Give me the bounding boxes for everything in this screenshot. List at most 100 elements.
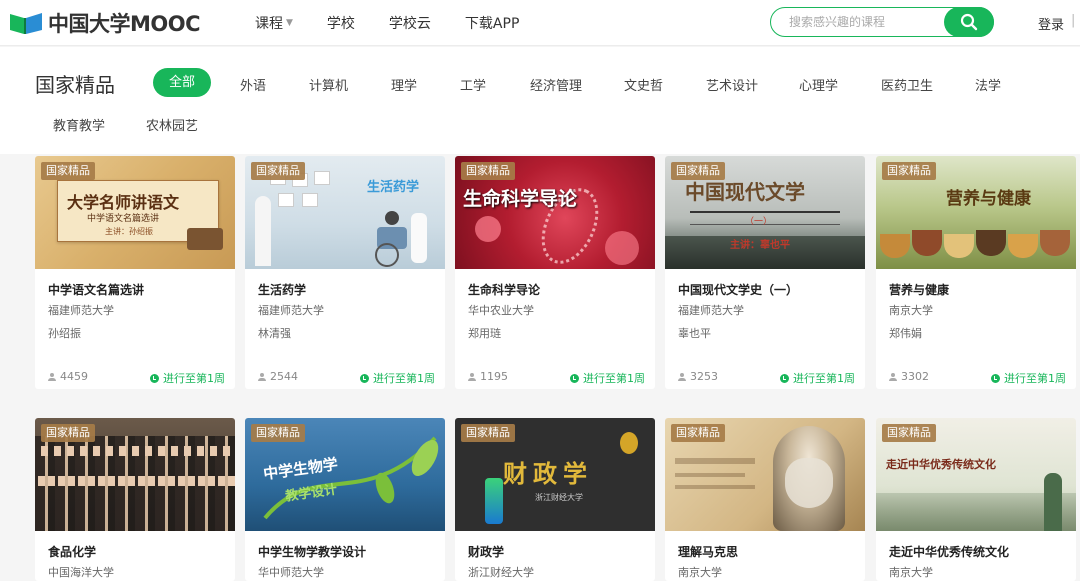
course-card[interactable]: 营养与健康 国家精品 营养与健康 南京大学 郑伟娟 3302 进行至第1周 (876, 156, 1076, 389)
course-school: 华中师范大学 (258, 566, 324, 579)
course-card[interactable]: 走近中华优秀传统文化 国家精品 走近中华优秀传统文化 南京大学 (876, 418, 1076, 581)
login-link[interactable]: 登录 (1038, 14, 1064, 33)
nav-schools[interactable]: 学校 (327, 13, 355, 33)
category-all[interactable]: 全部 (153, 68, 212, 97)
nav-download-app[interactable]: 下载APP (465, 13, 519, 33)
site-logo[interactable]: 中国大学MOOC (8, 9, 201, 37)
course-title: 中学语文名篇选讲 (48, 283, 145, 297)
login-separator: | (1071, 13, 1076, 28)
check-circle-icon (360, 373, 369, 383)
course-title: 中国现代文学史（一） (678, 283, 799, 297)
national-quality-badge: 国家精品 (41, 162, 95, 180)
course-title: 营养与健康 (889, 283, 950, 297)
doctor-figure (255, 196, 271, 266)
search-icon (960, 13, 978, 31)
page-title: 国家精品 (35, 73, 115, 97)
course-title: 理解马克思 (678, 545, 739, 559)
category-education[interactable]: 教育教学 (53, 115, 105, 134)
progress-label: 进行至第1周 (163, 372, 225, 385)
category-literature-history-philosophy[interactable]: 文史哲 (624, 75, 663, 94)
nav-courses[interactable]: 课程 ▼ (255, 13, 293, 33)
national-quality-badge: 国家精品 (41, 424, 95, 442)
search-input[interactable] (789, 13, 939, 31)
thumbnail-subtitle: 中学语文名篇选讲 (87, 214, 160, 224)
thumbnail-title: 生活药学 (367, 180, 420, 195)
category-law[interactable]: 法学 (975, 75, 1001, 94)
check-circle-icon (570, 373, 579, 383)
course-teacher: 辜也平 (678, 327, 711, 340)
portrait-beard (785, 458, 833, 508)
progress-label: 进行至第1周 (373, 372, 435, 385)
national-quality-badge: 国家精品 (251, 162, 305, 180)
grain-bowls (876, 226, 1076, 269)
thumbnail-subtitle: 浙江财经大学 (535, 493, 583, 502)
category-medicine[interactable]: 医药卫生 (881, 75, 933, 94)
national-quality-badge: 国家精品 (671, 162, 725, 180)
book-decoration (187, 228, 223, 250)
coin-decoration (620, 432, 638, 454)
course-title: 生命科学导论 (468, 283, 541, 297)
course-school: 福建师范大学 (678, 304, 744, 317)
course-card[interactable]: 生命科学导论 国家精品 生命科学导论 华中农业大学 郑用琏 1195 进行至第1… (455, 156, 655, 389)
course-school: 中国海洋大学 (48, 566, 114, 579)
course-school: 浙江财经大学 (468, 566, 534, 579)
course-card[interactable]: 财政学 浙江财经大学 国家精品 财政学 浙江财经大学 (455, 418, 655, 581)
check-circle-icon (150, 373, 159, 383)
course-card[interactable]: 国家精品 食品化学 中国海洋大学 (35, 418, 235, 581)
course-title: 财政学 (468, 545, 505, 559)
national-quality-badge: 国家精品 (461, 162, 515, 180)
course-teacher: 孙绍振 (48, 327, 81, 340)
course-card[interactable]: 国家精品 理解马克思 南京大学 (665, 418, 865, 581)
search-button[interactable] (944, 7, 994, 37)
category-foreign-language[interactable]: 外语 (240, 75, 266, 94)
enrollment-count: 3302 (889, 370, 929, 383)
category-science[interactable]: 理学 (391, 75, 417, 94)
national-quality-badge: 国家精品 (882, 162, 936, 180)
check-circle-icon (780, 373, 789, 383)
course-progress: 进行至第1周 (991, 370, 1066, 386)
course-progress: 进行至第1周 (570, 370, 645, 386)
course-school: 南京大学 (889, 566, 933, 579)
course-card[interactable]: 生活药学 国家精品 生活药学 福建师范大学 林清强 2544 进行至第1周 (245, 156, 445, 389)
progress-label: 进行至第1周 (1004, 372, 1066, 385)
category-computer[interactable]: 计算机 (309, 75, 348, 94)
national-quality-badge: 国家精品 (671, 424, 725, 442)
faces-row (35, 446, 235, 456)
course-school: 南京大学 (678, 566, 722, 579)
national-quality-badge: 国家精品 (882, 424, 936, 442)
course-progress: 进行至第1周 (360, 370, 435, 386)
national-quality-badge: 国家精品 (461, 424, 515, 442)
course-teacher: 郑伟娟 (889, 327, 922, 340)
course-progress: 进行至第1周 (780, 370, 855, 386)
thumbnail-title: 生命科学导论 (463, 188, 578, 210)
person-icon (468, 372, 476, 381)
enrollment-value: 3302 (901, 370, 929, 383)
national-quality-badge: 国家精品 (251, 424, 305, 442)
person-icon (678, 372, 686, 381)
enrollment-count: 3253 (678, 370, 718, 383)
thumbnail-title: 财政学 (503, 459, 593, 488)
progress-label: 进行至第1周 (793, 372, 855, 385)
course-card[interactable]: 中国现代文学 （一） 主讲：辜也平 国家精品 中国现代文学史（一） 福建师范大学… (665, 156, 865, 389)
person-icon (889, 372, 897, 381)
category-engineering[interactable]: 工学 (460, 75, 486, 94)
faces-row (35, 476, 235, 486)
person-icon (258, 372, 266, 381)
course-card[interactable]: 大学名师讲语文 中学语文名篇选讲 主讲：孙绍振 国家精品 中学语文名篇选讲 福建… (35, 156, 235, 389)
thumbnail-title: 中国现代文学 (685, 180, 805, 204)
nav-courses-label: 课程 (255, 16, 283, 32)
chevron-down-icon: ▼ (286, 18, 293, 28)
enrollment-value: 2544 (270, 370, 298, 383)
course-progress: 进行至第1周 (150, 370, 225, 386)
thumbnail-title: 营养与健康 (946, 189, 1031, 209)
category-psychology[interactable]: 心理学 (799, 75, 838, 94)
progress-label: 进行至第1周 (583, 372, 645, 385)
category-economics-management[interactable]: 经济管理 (530, 75, 582, 94)
course-school: 南京大学 (889, 304, 933, 317)
category-art-design[interactable]: 艺术设计 (706, 75, 758, 94)
enrollment-value: 1195 (480, 370, 508, 383)
thumbnail-title: 走近中华优秀传统文化 (886, 458, 996, 471)
nav-school-cloud[interactable]: 学校云 (389, 13, 431, 33)
course-card[interactable]: 中学生物学 教学设计 国家精品 中学生物学教学设计 华中师范大学 (245, 418, 445, 581)
category-agriculture-forestry[interactable]: 农林园艺 (146, 115, 198, 134)
